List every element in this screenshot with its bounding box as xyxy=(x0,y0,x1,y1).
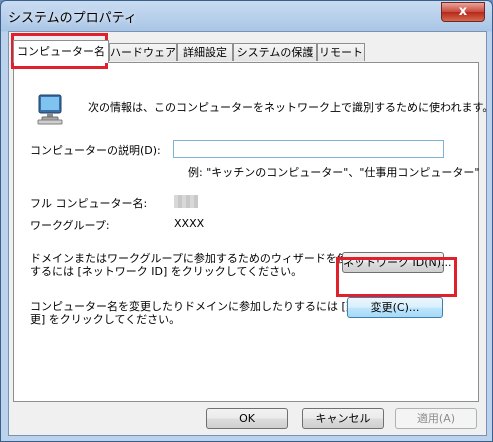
tab-system-protection[interactable]: システムの保護 xyxy=(233,43,317,61)
intro-text: 次の情報は、このコンピューターをネットワーク上で識別するために使われます。 xyxy=(88,101,493,114)
title-bar[interactable]: システムのプロパティ x xyxy=(1,1,492,31)
ok-button[interactable]: OK xyxy=(206,408,288,429)
window-title: システムのプロパティ xyxy=(8,11,137,26)
full-name-label: フル コンピューター名: xyxy=(30,197,148,210)
tab-computer-name[interactable]: コンピューター名 xyxy=(13,40,109,63)
computer-icon xyxy=(37,94,63,125)
computer-name-panel: 次の情報は、このコンピューターをネットワーク上で識別するために使われます。 コン… xyxy=(13,62,492,402)
tab-advanced[interactable]: 詳細設定 xyxy=(177,43,233,61)
cancel-button[interactable]: キャンセル xyxy=(302,408,384,429)
full-name-value-redacted xyxy=(174,195,198,208)
change-button[interactable]: 変更(C)... xyxy=(347,297,443,318)
tab-remote[interactable]: リモート xyxy=(317,43,365,61)
close-icon: x xyxy=(458,4,468,19)
description-label: コンピューターの説明(D): xyxy=(30,144,161,157)
description-input[interactable] xyxy=(173,140,444,158)
workgroup-label: ワークグループ: xyxy=(30,219,110,232)
change-text-line2: 更] をクリックしてください。 xyxy=(30,313,181,326)
system-properties-window: システムのプロパティ x コンピューター名 ハードウェア 詳細設定 システムの保… xyxy=(0,0,493,442)
close-button[interactable]: x xyxy=(441,2,485,22)
tab-hardware[interactable]: ハードウェア xyxy=(109,43,177,61)
example-text: 例: "キッチンのコンピューター"、"仕事用コンピューター" xyxy=(188,166,480,179)
workgroup-value: XXXX xyxy=(174,217,205,230)
network-id-text-line2: するには [ネットワーク ID] をクリックしてください。 xyxy=(30,265,303,278)
change-button-highlight-frame xyxy=(336,257,457,297)
dialog-client-area: コンピューター名 ハードウェア 詳細設定 システムの保護 リモート 次の情報は、… xyxy=(8,31,492,436)
apply-button[interactable]: 適用(A) xyxy=(395,408,477,429)
